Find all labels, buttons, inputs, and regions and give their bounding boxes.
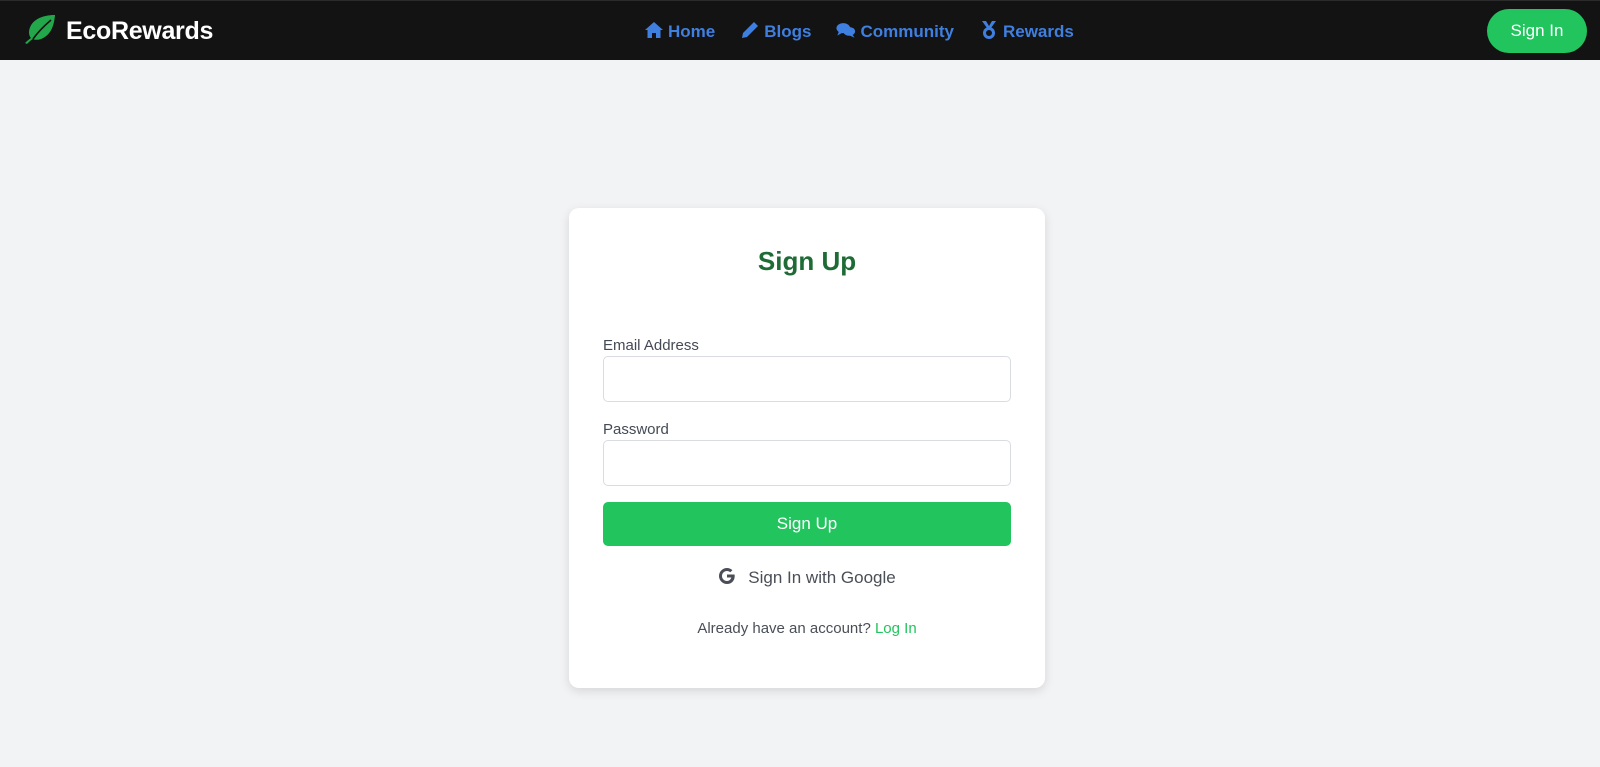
nav-item-community[interactable]: Community xyxy=(836,20,954,45)
main-nav: Home Blogs Community Rewards xyxy=(644,19,1074,45)
top-navbar: EcoRewards Home Blogs Community Rewards xyxy=(0,0,1600,60)
nav-item-label: Home xyxy=(668,22,716,41)
nav-item-label: Rewards xyxy=(1002,22,1074,41)
login-prompt-text: Already have an account? xyxy=(697,620,871,637)
nav-item-label: Community xyxy=(860,22,954,41)
home-icon xyxy=(644,20,668,45)
sign-up-button[interactable]: Sign Up xyxy=(603,502,1011,546)
nav-item-rewards[interactable]: Rewards xyxy=(979,20,1074,45)
brand[interactable]: EcoRewards xyxy=(24,14,214,49)
google-sign-in-label: Sign In with Google xyxy=(748,568,896,587)
medal-icon xyxy=(979,20,1003,45)
header-sign-in-button[interactable]: Sign In xyxy=(1487,9,1587,53)
email-label: Email Address xyxy=(603,337,699,354)
password-field[interactable] xyxy=(603,440,1011,486)
signup-card: Sign Up Email Address Password Sign Up S… xyxy=(569,208,1045,688)
comments-icon xyxy=(836,20,860,45)
log-in-link[interactable]: Log In xyxy=(875,620,917,637)
pencil-icon xyxy=(740,20,764,45)
email-field[interactable] xyxy=(603,356,1011,402)
nav-item-blogs[interactable]: Blogs xyxy=(740,20,811,45)
brand-name: EcoRewards xyxy=(66,16,214,45)
google-icon xyxy=(718,567,748,590)
password-label: Password xyxy=(603,421,669,438)
nav-item-label: Blogs xyxy=(764,22,812,41)
leaf-icon xyxy=(24,14,58,49)
nav-item-home[interactable]: Home xyxy=(644,20,715,45)
page-title: Sign Up xyxy=(757,246,857,276)
google-sign-in-button[interactable]: Sign In with Google xyxy=(569,566,1045,590)
login-prompt-row: Already have an account? Log In xyxy=(569,620,1045,637)
